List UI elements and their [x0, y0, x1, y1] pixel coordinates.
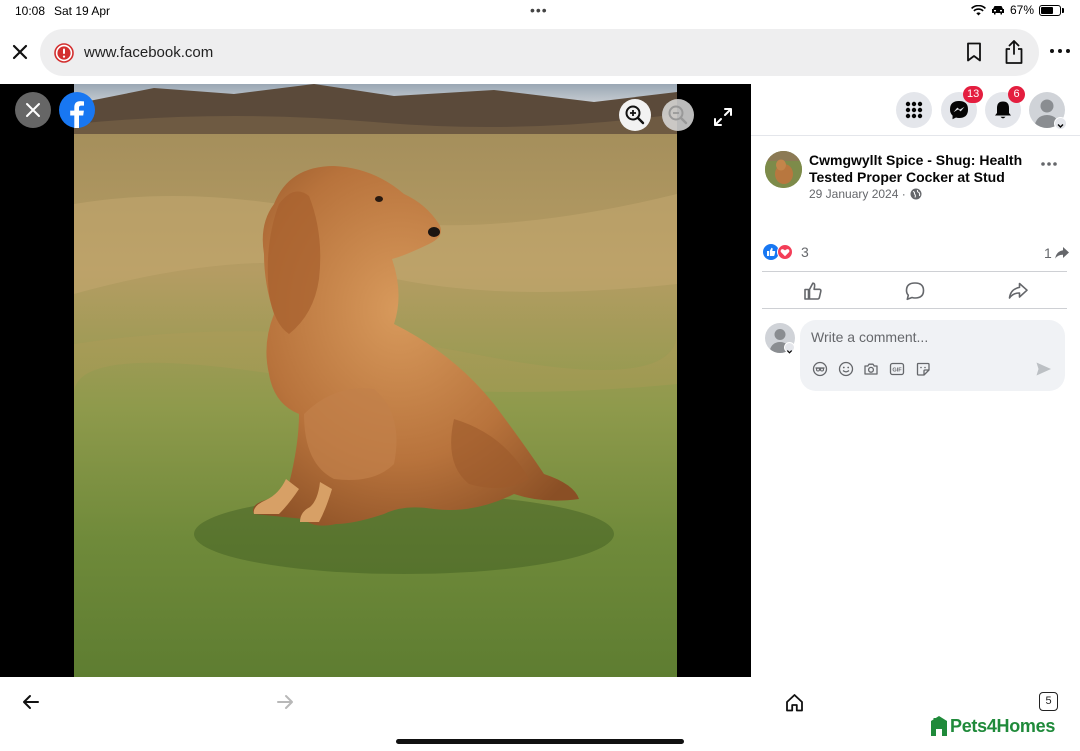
battery-percent: 67% — [1009, 3, 1034, 17]
bookmark-icon[interactable] — [963, 41, 985, 63]
camera-icon[interactable] — [863, 361, 879, 377]
send-icon[interactable] — [1035, 361, 1052, 377]
wifi-icon — [971, 4, 986, 15]
close-icon — [26, 103, 40, 117]
post-date[interactable]: 29 January 2024 · — [809, 187, 906, 201]
share-arrow-icon — [1054, 247, 1069, 259]
like-button-icon[interactable] — [802, 281, 824, 301]
car-icon — [991, 6, 1004, 15]
status-indicators: 67% — [971, 3, 1064, 17]
love-reaction-icon — [777, 244, 793, 260]
zoom-out-icon — [668, 105, 688, 125]
grid-menu-icon — [905, 101, 923, 119]
chevron-down-icon — [786, 350, 793, 354]
status-time: 10:08 — [15, 4, 46, 18]
pets4homes-watermark: Pets4Homes — [930, 715, 1055, 737]
post-timestamp[interactable]: 29 January 2024 · — [809, 187, 922, 201]
home-icon[interactable] — [785, 693, 804, 712]
comment-placeholder[interactable]: Write a comment... — [811, 329, 928, 345]
zoom-in-button[interactable] — [619, 99, 651, 131]
close-icon[interactable] — [10, 42, 30, 62]
notifications-badge: 6 — [1008, 86, 1025, 103]
facebook-header: 13 6 — [751, 84, 1080, 136]
page-name-link[interactable]: Cwmgwyllt Spice - Shug: Health Tested Pr… — [809, 152, 1031, 186]
address-bar[interactable]: www.facebook.com — [40, 29, 1039, 76]
share-icon[interactable] — [1002, 39, 1026, 65]
warning-icon[interactable] — [54, 43, 74, 63]
messenger-button[interactable]: 13 — [941, 86, 984, 128]
facebook-logo[interactable] — [59, 92, 95, 128]
photo-viewer — [0, 84, 751, 677]
emoji-icon[interactable] — [838, 361, 854, 377]
battery-level — [1041, 6, 1053, 14]
comment-input[interactable]: Write a comment... GIF — [800, 320, 1065, 391]
fullscreen-icon[interactable] — [712, 106, 734, 128]
url-text[interactable]: www.facebook.com — [84, 44, 213, 61]
battery-tip — [1062, 7, 1064, 13]
account-menu-caret[interactable] — [1054, 117, 1067, 130]
reaction-count[interactable]: 3 — [801, 244, 809, 260]
messenger-badge: 13 — [963, 86, 984, 103]
home-indicator[interactable] — [396, 739, 684, 744]
zoom-out-button[interactable] — [662, 99, 694, 131]
menu-button[interactable] — [896, 92, 932, 128]
pets4homes-text: Pets4Homes — [950, 715, 1056, 736]
share-button-icon[interactable] — [1007, 281, 1029, 301]
back-arrow-icon[interactable] — [22, 694, 40, 710]
pets4homes-logo-icon — [931, 716, 947, 736]
post-actions — [762, 271, 1067, 309]
close-viewer-button[interactable] — [15, 92, 51, 128]
gif-icon[interactable]: GIF — [889, 361, 905, 377]
sticker-icon[interactable] — [915, 361, 931, 377]
avatar-sticker-icon[interactable] — [812, 361, 828, 377]
more-options-icon[interactable] — [1049, 43, 1071, 59]
forward-arrow-icon[interactable] — [276, 694, 294, 710]
share-count-number[interactable]: 1 — [1044, 245, 1052, 261]
chevron-down-icon — [1057, 124, 1064, 128]
page-avatar[interactable] — [765, 151, 802, 188]
page-avatar-image — [765, 151, 802, 188]
share-count[interactable]: 1 — [1044, 245, 1070, 261]
status-bar: 10:08 Sat 19 Apr ••• 67% — [0, 0, 1080, 22]
notifications-button[interactable]: 6 — [985, 86, 1025, 128]
comment-composer: Write a comment... GIF — [751, 320, 1080, 392]
globe-icon — [910, 188, 922, 200]
status-date: Sat 19 Apr — [54, 4, 111, 18]
browser-bar: www.facebook.com — [0, 28, 1080, 78]
multitasking-dots-icon[interactable]: ••• — [530, 2, 548, 18]
post-panel: 13 6 Cwmgwyllt Spice - Shug: Health Test… — [751, 84, 1080, 677]
post-options-icon[interactable] — [1040, 159, 1058, 169]
commenter-caret[interactable] — [784, 342, 795, 354]
battery-icon — [1039, 4, 1061, 16]
zoom-in-icon — [625, 105, 645, 125]
reactions-summary[interactable]: 3 — [763, 244, 809, 260]
post-header: Cwmgwyllt Spice - Shug: Health Tested Pr… — [751, 146, 1080, 206]
dog-photo[interactable] — [74, 84, 677, 677]
browser-toolbar: 5 Pets4Homes — [0, 677, 1080, 751]
tabs-button[interactable]: 5 — [1039, 692, 1058, 711]
comment-button-icon[interactable] — [904, 281, 926, 301]
svg-text:GIF: GIF — [892, 368, 902, 374]
